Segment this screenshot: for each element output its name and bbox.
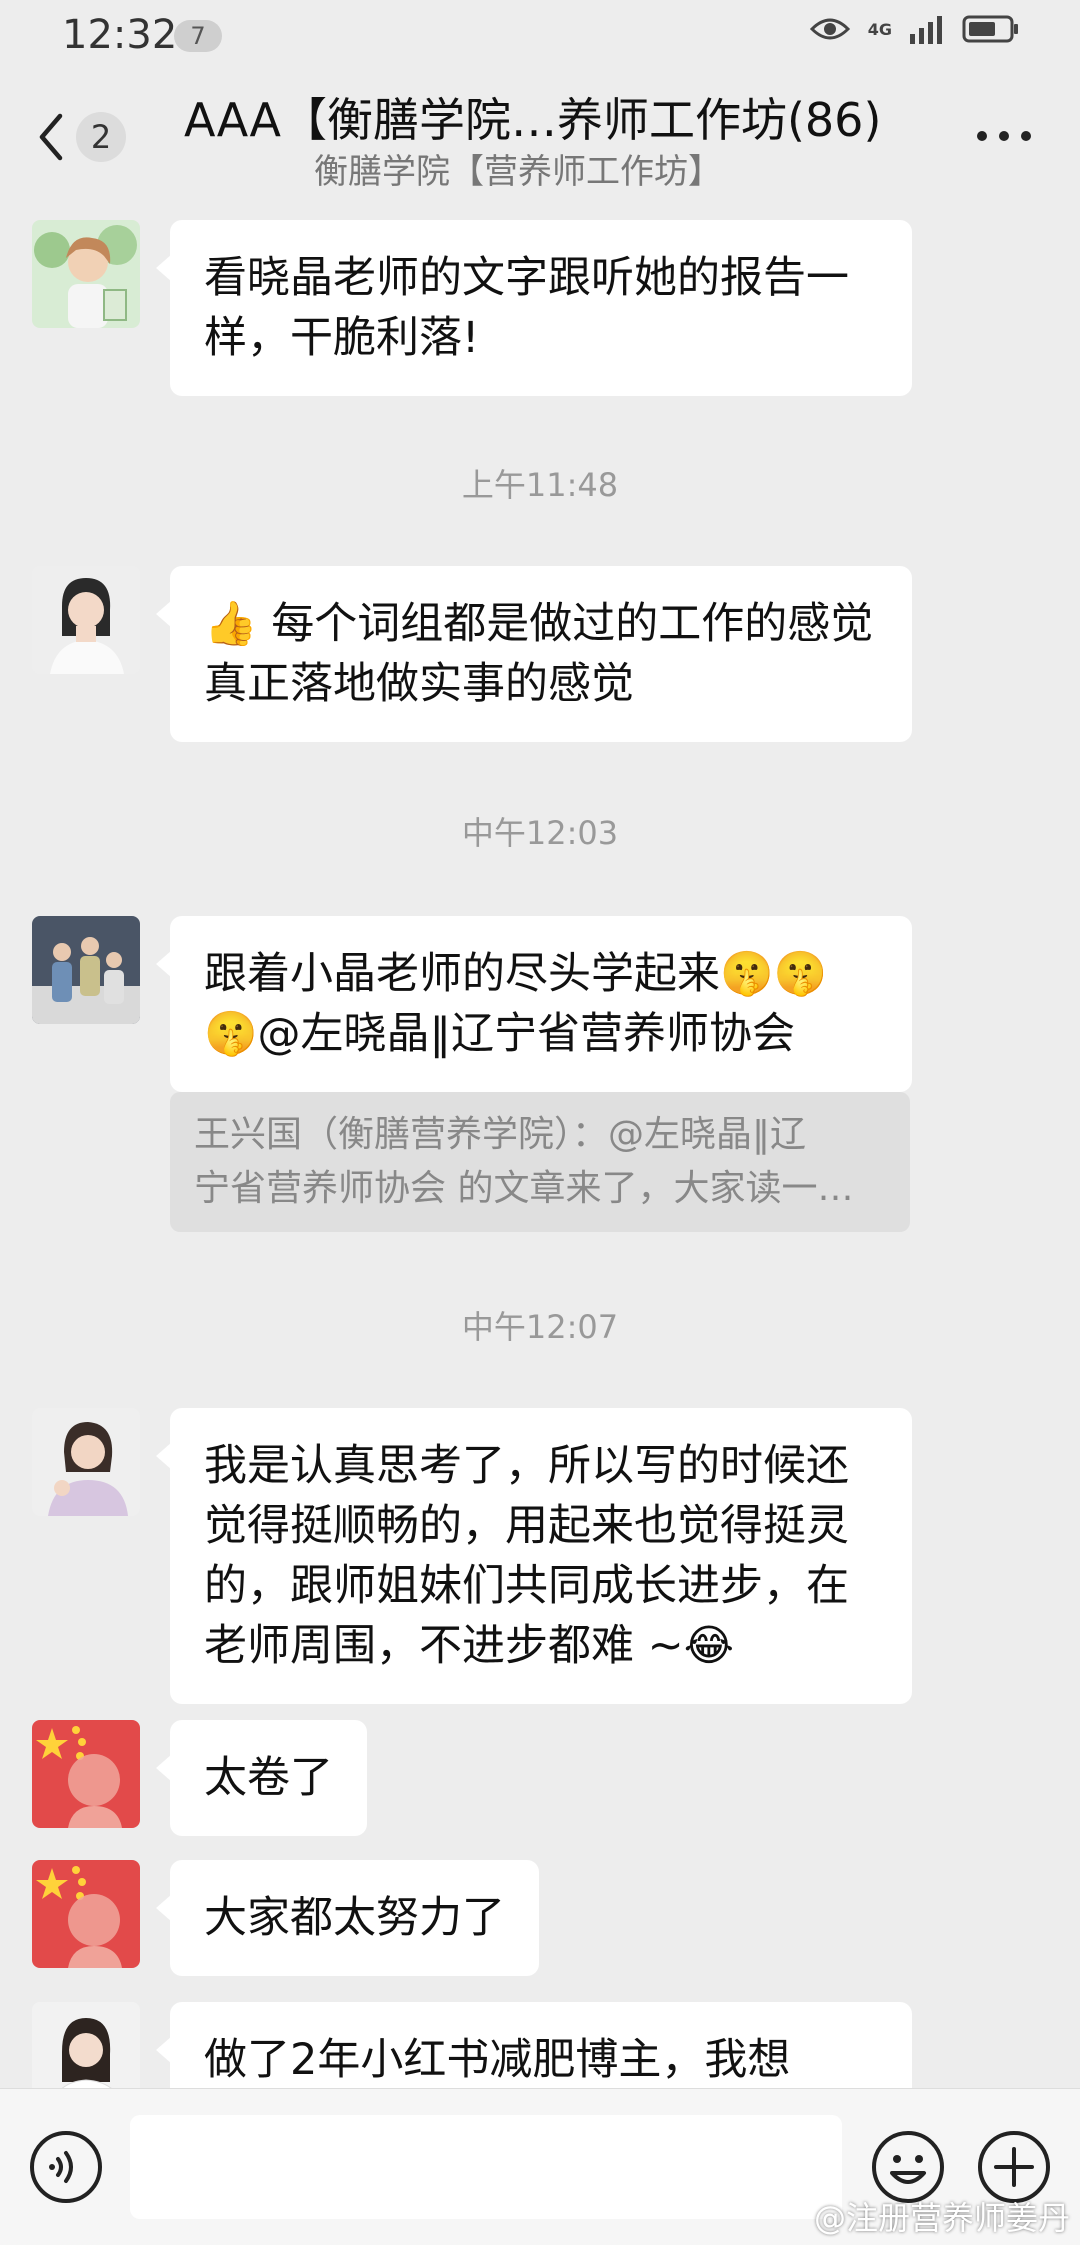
avatar[interactable] — [32, 1720, 140, 1828]
message-bubble[interactable]: 👍 每个词组都是做过的工作的感觉 真正落地做实事的感觉 — [156, 566, 912, 742]
avatar[interactable] — [32, 566, 140, 674]
avatar[interactable] — [32, 220, 140, 328]
battery-icon — [962, 15, 1018, 43]
chevron-left-icon — [39, 113, 63, 161]
quote-text-line-2: 宁省营养师协会 的文章来了，大家读一… — [194, 1168, 854, 1209]
message-text: 做了2年小红书减肥博主，我想 — [204, 2035, 791, 2085]
more-options-icon[interactable] — [974, 124, 1034, 148]
input-bar: @注册营养师姜丹 — [0, 2088, 1080, 2245]
message-list[interactable]: 看晓晶老师的文字跟听她的报告一样，干脆利落! 上午11:48 👍 每个词组都是做… — [0, 202, 1080, 2088]
message-text: 大家都太努力了 — [204, 1893, 505, 1943]
message-bubble[interactable]: 看晓晶老师的文字跟听她的报告一样，干脆利落! — [156, 220, 912, 396]
status-bar: 12:32 7 4G — [0, 0, 1080, 72]
chat-header: 2 AAA【衡膳学院…养师工作坊(86) 衡膳学院【营养师工作坊】 — [0, 72, 1080, 202]
unread-count-badge: 2 — [76, 112, 126, 162]
chat-title: AAA【衡膳学院…养师工作坊(86) — [184, 93, 882, 147]
message-timestamp: 中午12:07 — [461, 1308, 619, 1346]
message-bubble[interactable]: 大家都太努力了 — [156, 1860, 539, 1976]
message-text: 我是认真思考了，所以写的时候还觉得挺顺畅的，用起来也觉得挺灵的，跟师姐妹们共同成… — [204, 1441, 849, 1671]
quote-text-line-1: 王兴国（衡膳营养学院）：@左晓晶‖辽 — [194, 1114, 807, 1155]
avatar[interactable] — [32, 1860, 140, 1968]
message-bubble[interactable]: 我是认真思考了，所以写的时候还觉得挺顺畅的，用起来也觉得挺灵的，跟师姐妹们共同成… — [156, 1408, 912, 1704]
avatar[interactable] — [32, 2002, 140, 2088]
message-bubble[interactable]: 做了2年小红书减肥博主，我想 — [156, 2002, 912, 2088]
message-text: 看晓晶老师的文字跟听她的报告一样，干脆利落! — [204, 253, 849, 363]
avatar[interactable] — [32, 1408, 140, 1516]
message-input[interactable] — [130, 2115, 842, 2219]
voice-input-icon[interactable] — [28, 2129, 104, 2205]
message-text: 跟着小晶老师的尽头学起来🤫🤫🤫@左晓晶‖辽宁省营养师协会 — [204, 949, 828, 1059]
status-time: 12:32 — [62, 12, 178, 58]
chat-subtitle: 衡膳学院【营养师工作坊】 — [314, 152, 722, 192]
message-bubble[interactable]: 跟着小晶老师的尽头学起来🤫🤫🤫@左晓晶‖辽宁省营养师协会 — [156, 916, 912, 1092]
message-bubble[interactable]: 太卷了 — [156, 1720, 367, 1836]
message-text: 太卷了 — [204, 1753, 333, 1803]
back-button[interactable]: 2 — [36, 102, 146, 172]
quoted-message[interactable]: 王兴国（衡膳营养学院）：@左晓晶‖辽 宁省营养师协会 的文章来了，大家读一… — [170, 1092, 910, 1232]
avatar[interactable] — [32, 916, 140, 1024]
message-timestamp: 中午12:03 — [461, 814, 619, 852]
watermark: @注册营养师姜丹 — [813, 2199, 1070, 2237]
message-timestamp: 上午11:48 — [461, 466, 619, 504]
eye-icon — [809, 18, 850, 40]
notification-count-badge: 7 — [174, 20, 222, 52]
status-icons: 4G — [809, 14, 1020, 44]
signal-icon — [910, 16, 942, 44]
message-text: 👍 每个词组都是做过的工作的感觉 真正落地做实事的感觉 — [204, 599, 874, 709]
network-type: 4G — [867, 19, 892, 39]
